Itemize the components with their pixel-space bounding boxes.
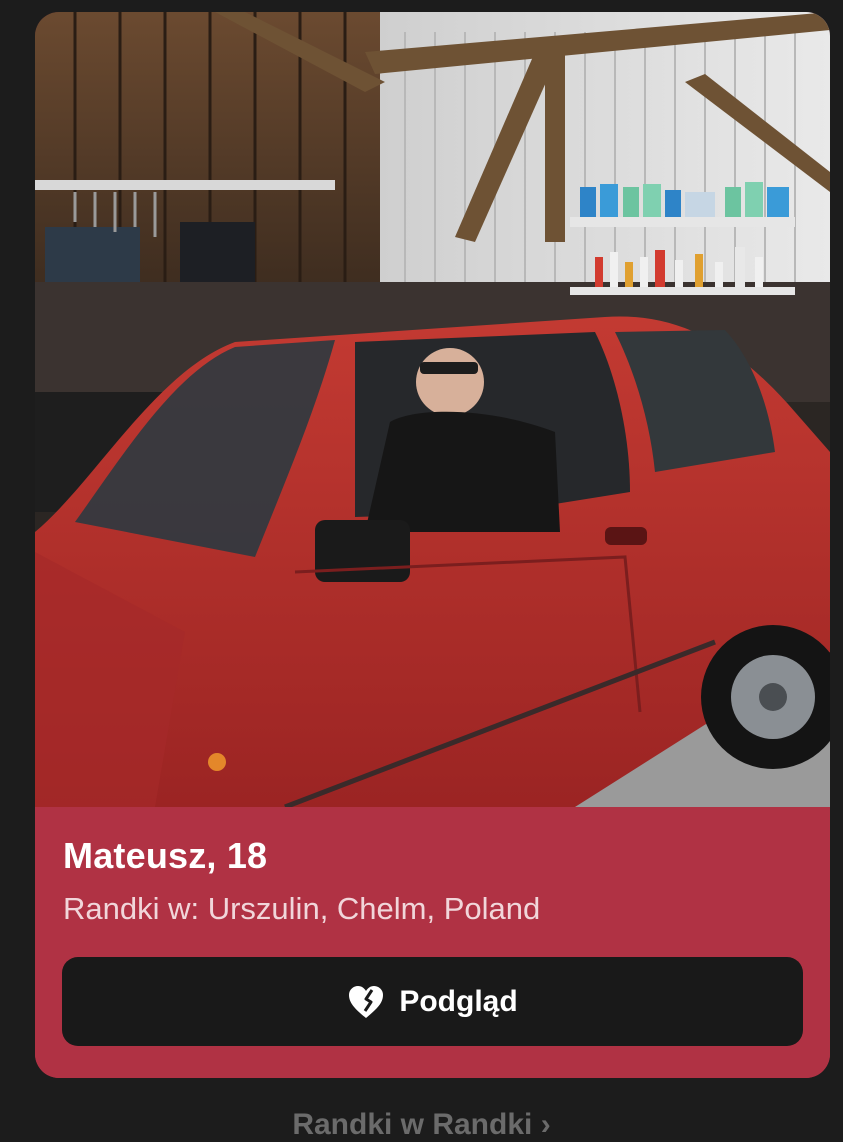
- profile-name-age: Mateusz, 18: [63, 835, 268, 876]
- profile-location: Randki w: Urszulin, Chelm, Poland: [63, 891, 541, 926]
- heart-icon: [347, 984, 385, 1020]
- profile-photo[interactable]: [35, 12, 830, 807]
- preview-button[interactable]: Podgląd: [62, 957, 803, 1046]
- preview-button-label: Podgląd: [399, 984, 518, 1018]
- profile-card[interactable]: Mateusz, 18 Randki w: Urszulin, Chelm, P…: [35, 12, 830, 1078]
- profile-info: Mateusz, 18 Randki w: Urszulin, Chelm, P…: [35, 807, 830, 1078]
- footer-link[interactable]: Randki w Randki ›: [0, 1108, 843, 1142]
